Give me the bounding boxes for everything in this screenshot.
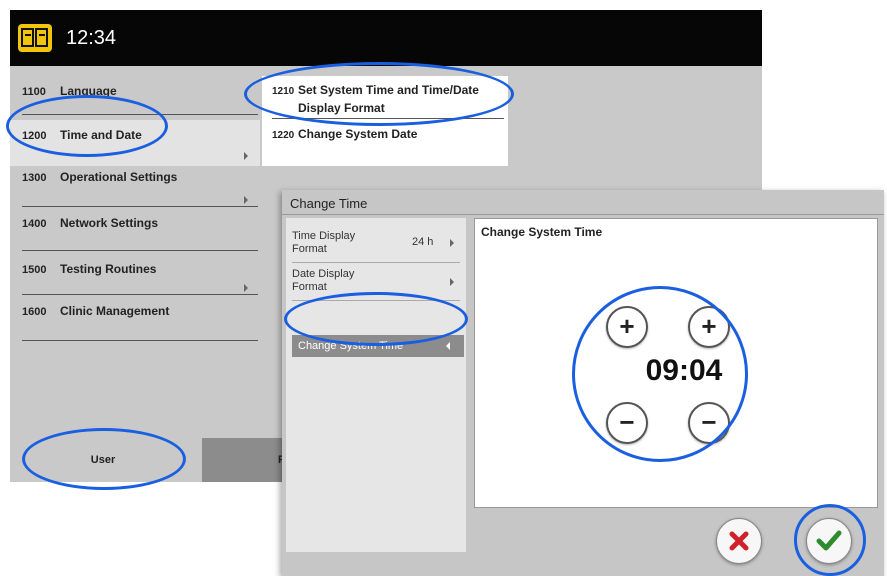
option-time-display-format[interactable]: Time Display Format	[292, 230, 355, 256]
chevron-right-icon	[244, 196, 248, 204]
menu-item-label: Network Settings	[60, 216, 159, 230]
menu-item-label: Clinic Management	[60, 304, 170, 318]
clock-time: 12:34	[66, 27, 117, 49]
chevron-right-icon	[244, 284, 248, 292]
menu-item-number: 1300	[22, 172, 47, 184]
menu-divider	[22, 250, 258, 251]
option-date-display-format[interactable]: Date Display Format	[292, 268, 354, 294]
highlight-ring-user-tab	[22, 428, 186, 490]
dialog-title-divider	[282, 214, 884, 215]
panel-title: Change System Time	[481, 225, 603, 239]
menu-item-label: Testing Routines	[60, 262, 157, 276]
menu-divider	[22, 206, 258, 207]
dialog-title: Change Time	[290, 196, 368, 211]
close-icon	[729, 531, 749, 551]
menu-item-clinic-management[interactable]: 1600 Clinic Management	[10, 304, 260, 318]
menu-item-label: Operational Settings	[60, 170, 178, 184]
highlight-ring-submenu	[244, 62, 514, 126]
menu-item-number: 1600	[22, 306, 47, 318]
time-format-value: 24 h	[412, 236, 434, 248]
menu-item-number: 1400	[22, 218, 47, 230]
menu-item-network-settings[interactable]: 1400 Network Settings	[10, 216, 260, 230]
chevron-right-icon	[450, 239, 454, 247]
option-label: Time Display	[292, 230, 356, 242]
top-bar: 12:34	[10, 10, 762, 66]
menu-item-number: 1100	[22, 86, 46, 98]
chevron-right-icon	[244, 152, 248, 160]
menu-item-operational-settings[interactable]: 1300 Operational Settings	[10, 170, 260, 184]
submenu-item-label: Change System Date	[298, 127, 418, 141]
menu-item-number: 1500	[22, 264, 47, 276]
dialog-options-panel: Time Display Format 24 h Date Display Fo…	[286, 218, 466, 552]
highlight-ring-time-controls	[572, 286, 748, 462]
option-label-line2: Format	[292, 243, 327, 255]
submenu-item-change-system-date[interactable]: 1220 Change System Date	[272, 126, 417, 144]
chevron-left-icon	[446, 342, 450, 350]
submenu-item-number: 1220	[272, 130, 295, 141]
chevron-right-icon	[450, 278, 454, 286]
device-logo-icon	[18, 24, 52, 52]
menu-item-testing-routines[interactable]: 1500 Testing Routines	[10, 262, 260, 276]
option-divider	[292, 262, 460, 263]
cancel-button[interactable]	[716, 518, 762, 564]
menu-divider	[22, 294, 258, 295]
highlight-ring-confirm	[794, 504, 866, 576]
highlight-ring-time-and-date	[6, 95, 168, 157]
menu-item-language[interactable]: 1100 Language	[10, 84, 260, 98]
option-label-line2: Format	[292, 281, 327, 293]
option-label: Date Display	[292, 268, 355, 280]
menu-divider	[22, 340, 258, 341]
highlight-ring-change-system-time	[284, 292, 468, 346]
